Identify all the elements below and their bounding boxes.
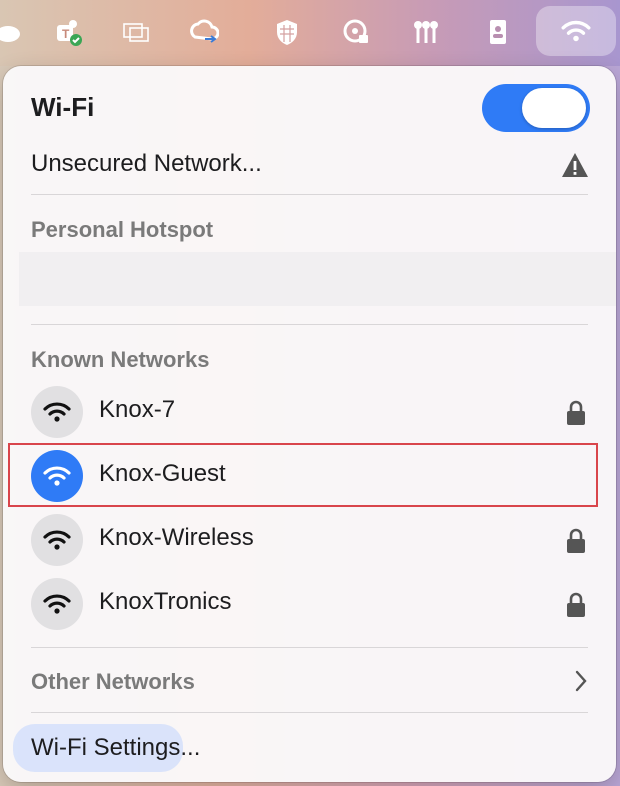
wifi-settings-item[interactable]: Wi-Fi Settings... bbox=[31, 734, 200, 762]
keys-icon[interactable] bbox=[403, 12, 447, 52]
chevron-right-icon[interactable] bbox=[573, 669, 589, 693]
network-name: Knox-7 bbox=[99, 396, 176, 423]
shield-grid-icon[interactable] bbox=[265, 12, 309, 52]
divider bbox=[31, 194, 588, 195]
network-row-knox-guest[interactable]: Knox-Guest bbox=[3, 444, 616, 508]
contact-card-icon[interactable] bbox=[476, 12, 520, 52]
divider bbox=[31, 712, 588, 713]
network-name: Knox-Wireless bbox=[99, 524, 254, 551]
lock-icon bbox=[567, 528, 585, 553]
wifi-signal-icon bbox=[31, 386, 83, 438]
network-row-knoxtronics[interactable]: KnoxTronics bbox=[3, 572, 616, 636]
network-row-knox-7[interactable]: Knox-7 bbox=[3, 380, 616, 444]
unsecured-network-item[interactable]: Unsecured Network... bbox=[31, 150, 262, 178]
cloud-icon[interactable] bbox=[0, 12, 30, 52]
personal-hotspot-header: Personal Hotspot bbox=[31, 217, 214, 242]
known-networks-header: Known Networks bbox=[31, 347, 210, 372]
network-name: Knox-Guest bbox=[99, 460, 226, 487]
vpn-lock-icon[interactable] bbox=[334, 12, 378, 52]
display-mirror-icon[interactable] bbox=[114, 12, 158, 52]
other-networks-item[interactable]: Other Networks bbox=[31, 669, 195, 695]
warning-icon bbox=[562, 153, 588, 177]
teams-icon[interactable]: T bbox=[46, 12, 90, 52]
wifi-signal-icon bbox=[31, 514, 83, 566]
lock-icon bbox=[567, 400, 585, 425]
network-name: KnoxTronics bbox=[99, 588, 232, 615]
creative-cloud-sync-icon[interactable] bbox=[182, 12, 226, 52]
lock-icon bbox=[567, 592, 585, 617]
divider bbox=[31, 324, 588, 325]
toggle-knob bbox=[522, 88, 586, 128]
divider bbox=[31, 647, 588, 648]
network-row-knox-wireless[interactable]: Knox-Wireless bbox=[3, 508, 616, 572]
wifi-status-icon[interactable] bbox=[536, 6, 616, 56]
wifi-signal-icon bbox=[31, 578, 83, 630]
wifi-signal-icon bbox=[31, 450, 83, 502]
svg-text:T: T bbox=[62, 27, 70, 41]
wifi-menu-panel: Wi-Fi Unsecured Network... Personal Hots… bbox=[3, 66, 616, 782]
hotspot-list-placeholder bbox=[19, 252, 616, 306]
menu-bar: T bbox=[0, 0, 620, 66]
wifi-toggle[interactable] bbox=[482, 84, 590, 132]
